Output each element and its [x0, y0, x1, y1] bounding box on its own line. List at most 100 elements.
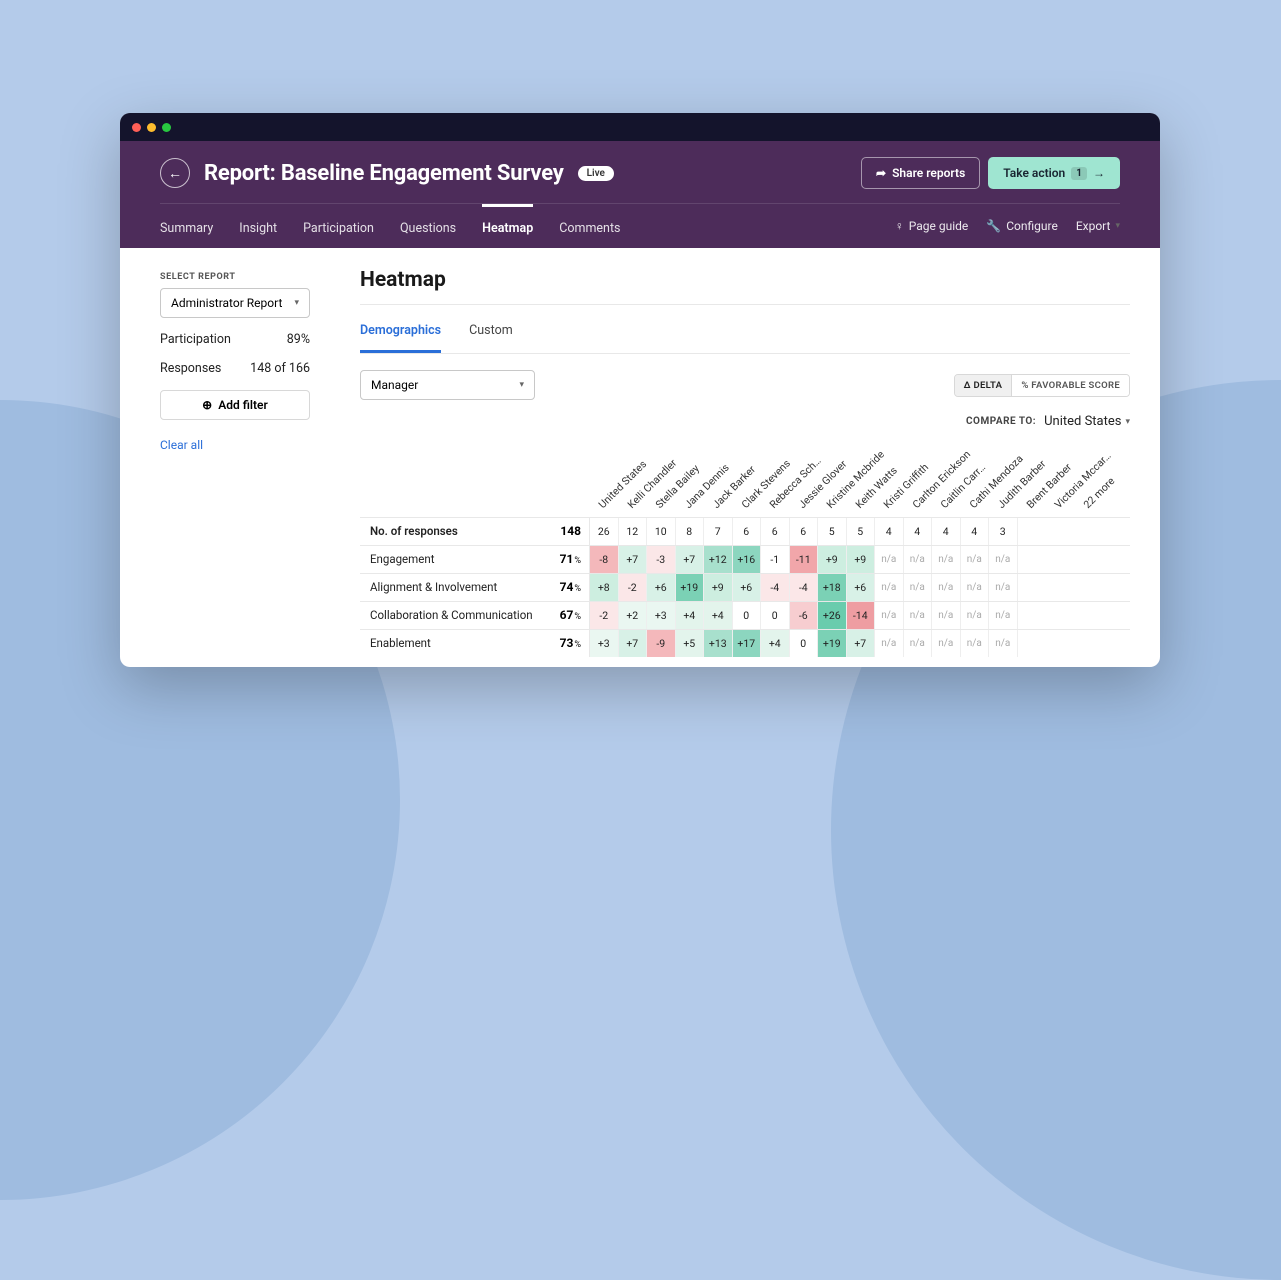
- heatmap-cell[interactable]: n/a: [932, 630, 961, 657]
- nav-tab-participation[interactable]: Participation: [303, 204, 374, 248]
- heatmap-cell[interactable]: 4: [932, 518, 961, 545]
- heatmap-cell[interactable]: -2: [590, 602, 619, 629]
- nav-tab-summary[interactable]: Summary: [160, 204, 213, 248]
- heatmap-cell[interactable]: -14: [847, 602, 876, 629]
- heatmap-cell[interactable]: n/a: [932, 574, 961, 601]
- heatmap-cell[interactable]: +13: [704, 630, 733, 657]
- manager-select[interactable]: Manager ▾: [360, 370, 535, 400]
- heatmap-cell[interactable]: 7: [704, 518, 733, 545]
- heatmap-cell[interactable]: n/a: [961, 546, 990, 573]
- heatmap-cell[interactable]: +4: [704, 602, 733, 629]
- heatmap-cell[interactable]: n/a: [961, 630, 990, 657]
- heatmap-cell[interactable]: 8: [676, 518, 705, 545]
- heatmap-cell[interactable]: +7: [847, 630, 876, 657]
- heatmap-cell[interactable]: +3: [647, 602, 676, 629]
- take-action-button[interactable]: Take action 1 →: [988, 157, 1120, 189]
- heatmap-cell[interactable]: +19: [818, 630, 847, 657]
- heatmap-cell[interactable]: 10: [647, 518, 676, 545]
- column-header[interactable]: Judith Barber: [990, 451, 1019, 517]
- heatmap-cell[interactable]: n/a: [904, 546, 933, 573]
- heatmap-cell[interactable]: +6: [647, 574, 676, 601]
- heatmap-cell[interactable]: 4: [961, 518, 990, 545]
- add-filter-button[interactable]: ⊕ Add filter: [160, 390, 310, 420]
- heatmap-cell[interactable]: -8: [590, 546, 619, 573]
- heatmap-cell[interactable]: n/a: [875, 546, 904, 573]
- heatmap-cell[interactable]: n/a: [989, 602, 1018, 629]
- heatmap-cell[interactable]: -4: [761, 574, 790, 601]
- sub-tab-demographics[interactable]: Demographics: [360, 309, 441, 353]
- heatmap-cell[interactable]: -6: [790, 602, 819, 629]
- heatmap-cell[interactable]: 5: [847, 518, 876, 545]
- heatmap-cell[interactable]: n/a: [932, 546, 961, 573]
- heatmap-cell[interactable]: 6: [761, 518, 790, 545]
- toggle-delta[interactable]: Δ DELTA: [955, 375, 1012, 396]
- heatmap-cell[interactable]: +16: [733, 546, 762, 573]
- export-button[interactable]: Export ▾: [1076, 219, 1120, 233]
- column-header[interactable]: Jack Barker: [705, 451, 734, 517]
- heatmap-cell[interactable]: +8: [590, 574, 619, 601]
- heatmap-cell[interactable]: -4: [790, 574, 819, 601]
- column-header[interactable]: Brent Barber: [1019, 451, 1048, 517]
- window-max-icon[interactable]: [162, 123, 171, 132]
- heatmap-cell[interactable]: 12: [619, 518, 648, 545]
- heatmap-cell[interactable]: n/a: [875, 602, 904, 629]
- sub-tab-custom[interactable]: Custom: [469, 309, 513, 353]
- heatmap-cell[interactable]: -3: [647, 546, 676, 573]
- heatmap-cell[interactable]: +3: [590, 630, 619, 657]
- heatmap-cell[interactable]: 5: [818, 518, 847, 545]
- heatmap-cell[interactable]: +7: [619, 546, 648, 573]
- heatmap-cell[interactable]: 0: [790, 630, 819, 657]
- heatmap-cell[interactable]: +17: [733, 630, 762, 657]
- column-header[interactable]: Clark Stevens: [734, 451, 763, 517]
- heatmap-cell[interactable]: 0: [733, 602, 762, 629]
- heatmap-cell[interactable]: n/a: [961, 602, 990, 629]
- heatmap-cell[interactable]: 3: [989, 518, 1018, 545]
- heatmap-cell[interactable]: 6: [790, 518, 819, 545]
- heatmap-cell[interactable]: n/a: [904, 602, 933, 629]
- heatmap-cell[interactable]: +26: [818, 602, 847, 629]
- heatmap-cell[interactable]: +19: [676, 574, 705, 601]
- heatmap-cell[interactable]: n/a: [989, 574, 1018, 601]
- configure-button[interactable]: 🔧 Configure: [986, 219, 1058, 233]
- page-guide-button[interactable]: ♀ Page guide: [895, 219, 969, 233]
- compare-to-select[interactable]: United States ▾: [1044, 414, 1130, 429]
- heatmap-cell[interactable]: -2: [619, 574, 648, 601]
- heatmap-cell[interactable]: -1: [761, 546, 790, 573]
- column-header[interactable]: United States: [591, 451, 620, 517]
- heatmap-cell[interactable]: +4: [761, 630, 790, 657]
- heatmap-cell[interactable]: n/a: [989, 546, 1018, 573]
- heatmap-cell[interactable]: +9: [847, 546, 876, 573]
- heatmap-cell[interactable]: +7: [676, 546, 705, 573]
- heatmap-cell[interactable]: -9: [647, 630, 676, 657]
- heatmap-cell[interactable]: n/a: [961, 574, 990, 601]
- heatmap-cell[interactable]: +6: [847, 574, 876, 601]
- heatmap-cell[interactable]: +12: [704, 546, 733, 573]
- heatmap-cell[interactable]: n/a: [875, 574, 904, 601]
- nav-tab-heatmap[interactable]: Heatmap: [482, 204, 533, 248]
- column-header[interactable]: Caitlin Carr…: [933, 451, 962, 517]
- window-min-icon[interactable]: [147, 123, 156, 132]
- column-header[interactable]: Kelli Chandler: [620, 451, 649, 517]
- clear-all-link[interactable]: Clear all: [160, 438, 360, 452]
- heatmap-cell[interactable]: n/a: [904, 630, 933, 657]
- heatmap-cell[interactable]: +9: [704, 574, 733, 601]
- heatmap-cell[interactable]: 26: [590, 518, 619, 545]
- heatmap-cell[interactable]: n/a: [875, 630, 904, 657]
- heatmap-cell[interactable]: -11: [790, 546, 819, 573]
- heatmap-cell[interactable]: +6: [733, 574, 762, 601]
- nav-tab-comments[interactable]: Comments: [559, 204, 620, 248]
- column-header[interactable]: Stella Bailey: [648, 451, 677, 517]
- heatmap-cell[interactable]: n/a: [932, 602, 961, 629]
- back-button[interactable]: ←: [160, 158, 190, 188]
- column-header[interactable]: Rebecca Sch…: [762, 451, 791, 517]
- heatmap-cell[interactable]: 0: [761, 602, 790, 629]
- heatmap-cell[interactable]: 4: [875, 518, 904, 545]
- heatmap-cell[interactable]: +18: [818, 574, 847, 601]
- heatmap-cell[interactable]: n/a: [904, 574, 933, 601]
- heatmap-cell[interactable]: +9: [818, 546, 847, 573]
- heatmap-cell[interactable]: 6: [733, 518, 762, 545]
- column-header[interactable]: Kristi Griffith: [876, 451, 905, 517]
- heatmap-cell[interactable]: +4: [676, 602, 705, 629]
- heatmap-cell[interactable]: 4: [904, 518, 933, 545]
- column-header[interactable]: 22 more: [1076, 451, 1105, 517]
